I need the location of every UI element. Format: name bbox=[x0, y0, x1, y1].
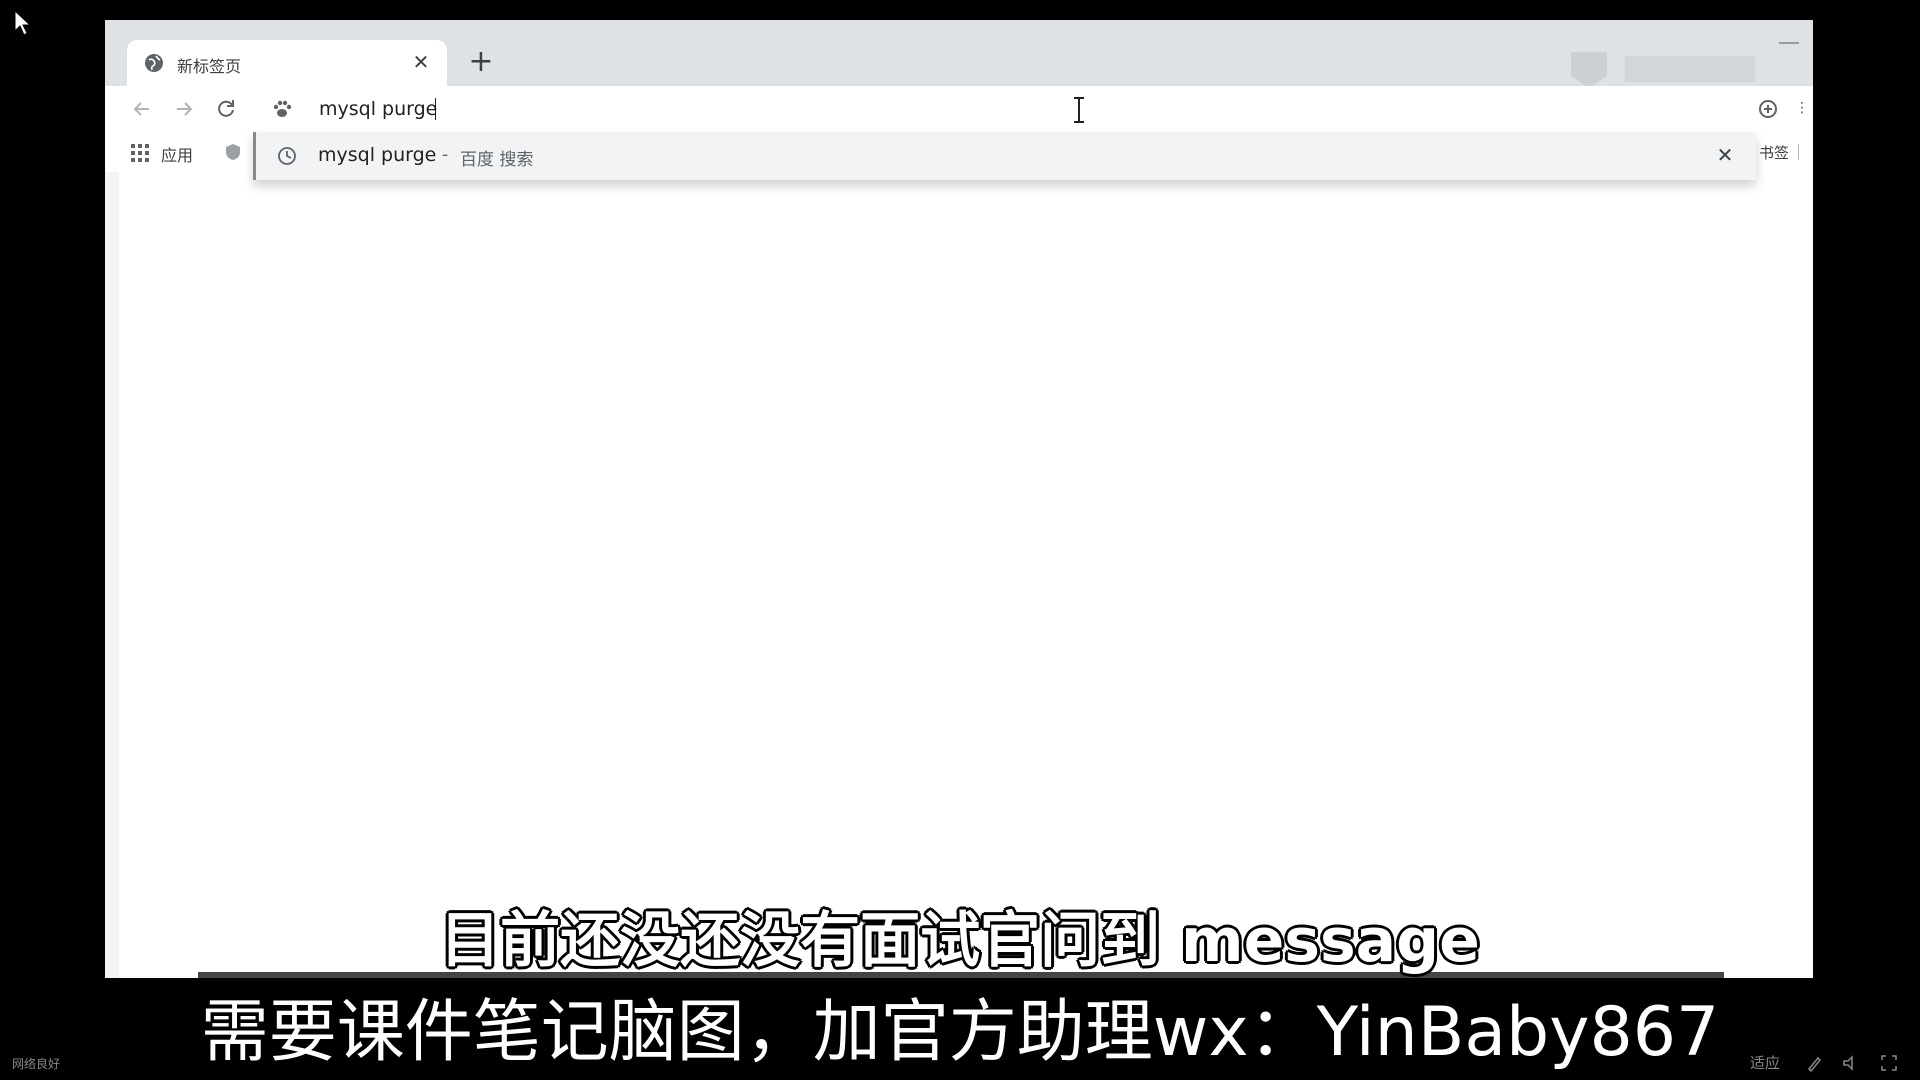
apps-label[interactable]: 应用 bbox=[161, 142, 193, 166]
arrow-right-icon[interactable] bbox=[169, 94, 199, 124]
suggestion-separator: - bbox=[442, 145, 449, 165]
minimize-button[interactable] bbox=[1779, 42, 1799, 44]
new-tab-button[interactable]: + bbox=[463, 44, 499, 80]
promo-banner-text: 需要课件笔记脑图，加官方助理wx：YinBaby867 bbox=[200, 993, 1720, 1072]
bookmark-divider bbox=[1798, 144, 1799, 160]
globe-icon bbox=[145, 54, 163, 72]
network-status: 网络良好 bbox=[12, 1057, 61, 1071]
page-content bbox=[105, 172, 1813, 978]
omnibox-input[interactable] bbox=[319, 94, 1569, 124]
browser-window: 新标签页 ✕ + mysql purge ⋮ 应用 书签 mysql purge… bbox=[105, 20, 1813, 978]
subtitle-line: 目前还没还没有面试官问到 message bbox=[440, 906, 1480, 976]
mouse-pointer-icon bbox=[14, 10, 32, 36]
more-icon[interactable]: ⋮ bbox=[1795, 100, 1809, 116]
extension-icon[interactable] bbox=[1757, 98, 1779, 120]
shield-icon[interactable] bbox=[223, 142, 243, 162]
fit-label[interactable]: 适应 bbox=[1750, 1052, 1780, 1073]
suggestion-item[interactable]: mysql purge - 百度 搜索 ✕ bbox=[256, 132, 1756, 180]
content-edge bbox=[105, 172, 119, 978]
tab-title: 新标签页 bbox=[177, 57, 242, 76]
omnibox-suggestions: mysql purge - 百度 搜索 ✕ bbox=[253, 132, 1756, 180]
text-caret bbox=[435, 98, 436, 120]
pen-icon[interactable] bbox=[1806, 1054, 1824, 1072]
remove-suggestion-icon[interactable]: ✕ bbox=[1712, 142, 1738, 168]
text-cursor-icon bbox=[1074, 97, 1084, 123]
suggestion-engine: 百度 搜索 bbox=[460, 150, 534, 170]
grid-icon[interactable] bbox=[131, 144, 149, 162]
toolbar: ⋮ bbox=[105, 86, 1813, 132]
volume-icon[interactable] bbox=[1842, 1054, 1860, 1072]
fullscreen-icon[interactable] bbox=[1880, 1054, 1898, 1072]
suggestion-query: mysql purge bbox=[318, 144, 437, 166]
close-icon[interactable]: ✕ bbox=[409, 50, 433, 74]
tab-strip: 新标签页 ✕ + bbox=[105, 20, 1813, 88]
tab-new-tab[interactable]: 新标签页 ✕ bbox=[127, 40, 447, 86]
paw-icon[interactable] bbox=[271, 98, 293, 120]
arrow-left-icon[interactable] bbox=[127, 94, 157, 124]
other-bookmarks-label[interactable]: 书签 bbox=[1759, 142, 1789, 163]
clock-icon bbox=[278, 147, 296, 165]
promo-banner: 需要课件笔记脑图，加官方助理wx：YinBaby867 bbox=[170, 985, 1750, 1080]
reload-icon[interactable] bbox=[211, 94, 241, 124]
